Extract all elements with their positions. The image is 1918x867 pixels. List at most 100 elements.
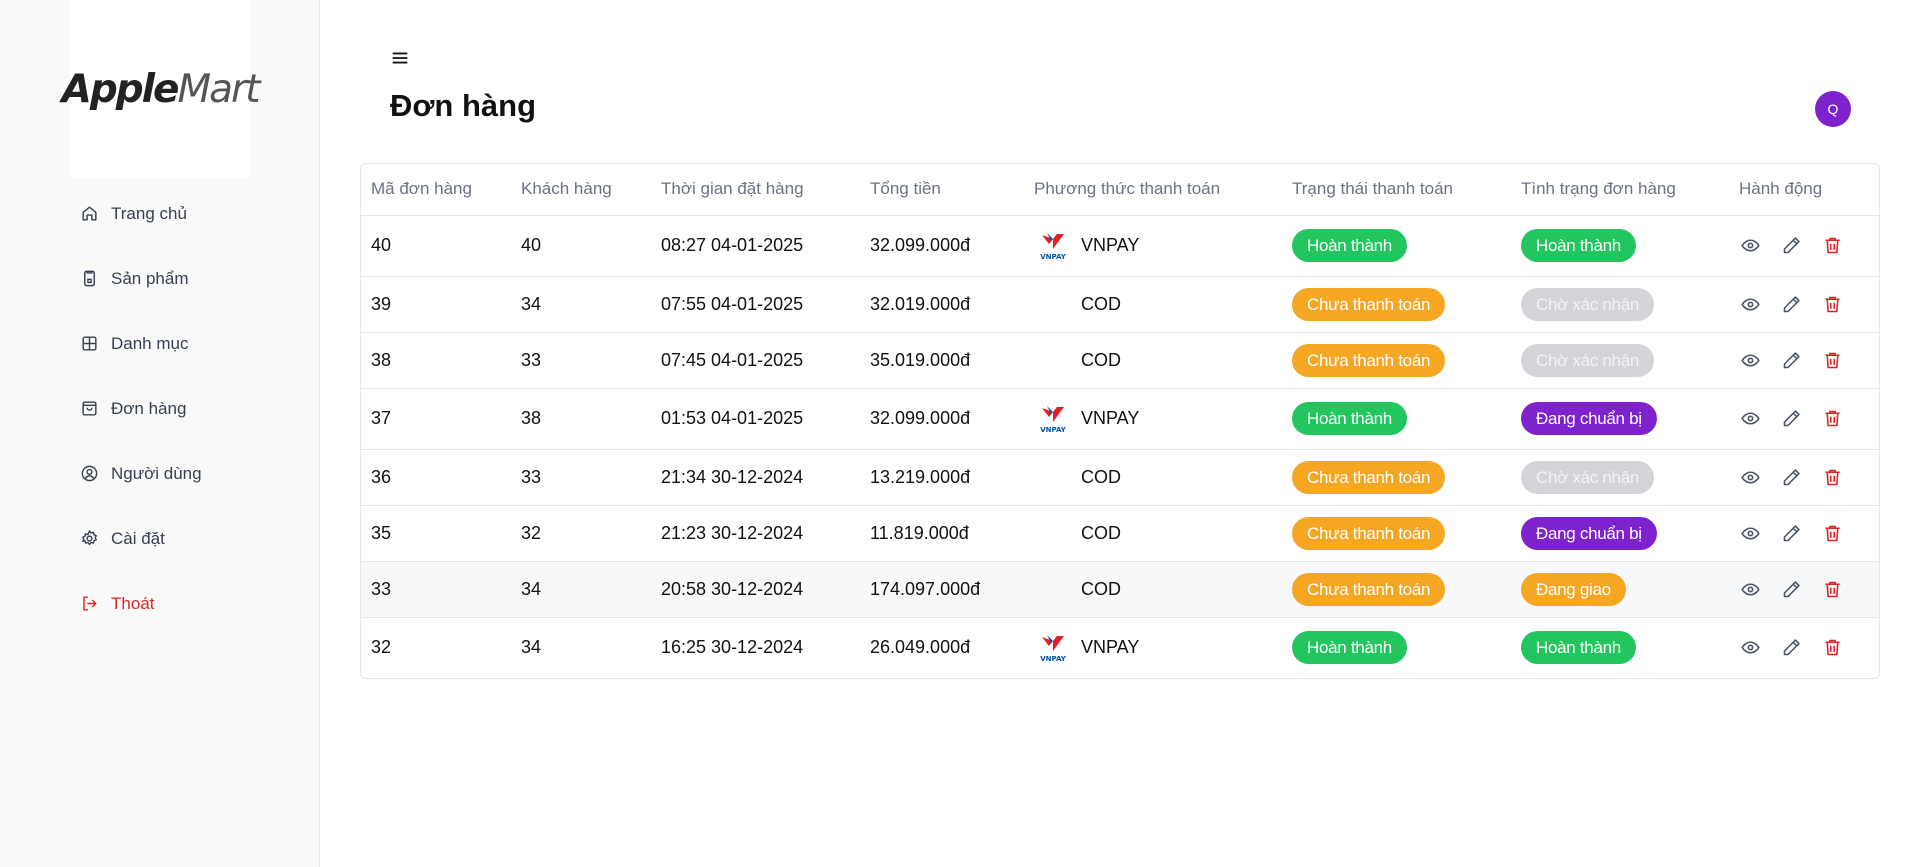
- eye-icon: [1740, 641, 1760, 654]
- sidebar-item-orders[interactable]: Đơn hàng: [80, 376, 310, 441]
- payment-method: VNPAY VNPAY: [1024, 215, 1282, 277]
- edit-button[interactable]: [1780, 408, 1802, 430]
- column-header[interactable]: Trạng thái thanh toán: [1282, 164, 1511, 216]
- order-time: 21:34 30-12-2024: [651, 449, 860, 506]
- column-header[interactable]: Phương thức thanh toán: [1024, 164, 1282, 216]
- delete-button[interactable]: [1821, 522, 1843, 544]
- payment-status-badge: Chưa thanh toán: [1292, 572, 1446, 606]
- shopping-bag-icon: [82, 401, 97, 416]
- eye-icon: [1740, 526, 1760, 540]
- order-status-badge: Chờ xác nhận: [1521, 460, 1654, 494]
- delete-button[interactable]: [1821, 578, 1843, 600]
- column-header[interactable]: Tình trạng đơn hàng: [1511, 164, 1729, 216]
- payment-method-label: COD: [1081, 522, 1121, 543]
- payment-status-badge: Chưa thanh toán: [1292, 460, 1446, 494]
- sidebar-item-logout[interactable]: Thoát: [80, 571, 310, 636]
- order-id: 32: [371, 637, 392, 658]
- sidebar-item-users[interactable]: Người dùng: [80, 441, 310, 506]
- avatar[interactable]: Q: [1815, 91, 1851, 127]
- gear-icon: [82, 530, 97, 546]
- delete-button[interactable]: [1821, 466, 1843, 488]
- edit-button[interactable]: [1780, 637, 1802, 659]
- view-button[interactable]: [1739, 466, 1761, 488]
- view-button[interactable]: [1739, 293, 1761, 315]
- order-status-cell: Chờ xác nhận: [1511, 449, 1729, 506]
- edit-button[interactable]: [1780, 466, 1802, 488]
- payment-status-cell: Chưa thanh toán: [1282, 505, 1511, 562]
- phone-icon: [84, 270, 95, 287]
- table-row[interactable]: 33 34 20:58 30-12-2024 174.097.000đ COD …: [361, 561, 1879, 618]
- edit-button[interactable]: [1780, 578, 1802, 600]
- vnpay-logo-text: VNPAY: [1040, 654, 1066, 663]
- customer-id: 33: [511, 449, 651, 506]
- delete-button[interactable]: [1821, 235, 1843, 257]
- order-time: 01:53 04-01-2025: [651, 388, 860, 450]
- customer-id: 34: [511, 561, 651, 618]
- sidebar-item-label: Sản phẩm: [111, 268, 189, 288]
- payment-status-cell: Hoàn thành: [1282, 215, 1511, 277]
- delete-button[interactable]: [1821, 293, 1843, 315]
- view-button[interactable]: [1739, 578, 1761, 600]
- table-row[interactable]: 36 33 21:34 30-12-2024 13.219.000đ COD C…: [361, 449, 1879, 506]
- payment-status-badge: Hoàn thành: [1292, 229, 1407, 262]
- order-time: 16:25 30-12-2024: [661, 637, 804, 658]
- order-total: 35.019.000đ: [860, 332, 1024, 389]
- table-row[interactable]: 37 38 01:53 04-01-2025 32.099.000đ VNPAY…: [361, 388, 1879, 450]
- edit-button[interactable]: [1780, 349, 1802, 371]
- view-button[interactable]: [1739, 408, 1761, 430]
- view-button[interactable]: [1739, 522, 1761, 544]
- customer-id: 38: [511, 388, 651, 450]
- column-header[interactable]: Mã đơn hàng: [361, 164, 511, 216]
- eye-icon: [1740, 470, 1760, 484]
- table-row[interactable]: 35 32 21:23 30-12-2024 11.819.000đ COD C…: [361, 505, 1879, 562]
- payment-status-cell: Hoàn thành: [1282, 388, 1511, 450]
- edit-button[interactable]: [1780, 522, 1802, 544]
- sidebar-item-categories[interactable]: Danh mục: [80, 311, 310, 376]
- customer-id: 32: [511, 505, 651, 562]
- column-header[interactable]: Thời gian đặt hàng: [651, 164, 860, 216]
- table-row[interactable]: 32 34 16:25 30-12-2024 26.049.000đ VNPAY…: [361, 617, 1879, 678]
- order-time: 07:55 04-01-2025: [651, 276, 860, 333]
- payment-method: COD: [1024, 276, 1282, 333]
- delete-button[interactable]: [1821, 408, 1843, 430]
- pencil-icon: [1783, 524, 1800, 541]
- payment-status-badge: Chưa thanh toán: [1292, 343, 1446, 377]
- payment-status-cell: Hoàn thành: [1282, 617, 1511, 678]
- column-header[interactable]: Tổng tiền: [860, 164, 1024, 216]
- vnpay-logo-icon: VNPAY: [1034, 227, 1072, 265]
- trash-icon: [1825, 410, 1839, 427]
- table-row[interactable]: 39 34 07:55 04-01-2025 32.019.000đ COD C…: [361, 276, 1879, 333]
- sidebar-item-products[interactable]: Sản phẩm: [80, 246, 310, 311]
- delete-button[interactable]: [1821, 349, 1843, 371]
- orders-table: Mã đơn hàng Khách hàng Thời gian đặt hàn…: [360, 163, 1880, 679]
- table-row[interactable]: 40 40 08:27 04-01-2025 32.099.000đ VNPAY…: [361, 215, 1879, 277]
- eye-icon: [1740, 239, 1760, 252]
- delete-button[interactable]: [1821, 637, 1843, 659]
- payment-method: VNPAY VNPAY: [1024, 617, 1282, 678]
- view-button[interactable]: [1739, 235, 1761, 257]
- payment-status-badge: Chưa thanh toán: [1292, 287, 1446, 321]
- payment-status-cell: Chưa thanh toán: [1282, 449, 1511, 506]
- order-time: 20:58 30-12-2024: [651, 561, 860, 618]
- order-status-badge: Chờ xác nhận: [1521, 287, 1654, 321]
- brand-name: AppleMart: [61, 66, 261, 112]
- eye-icon: [1740, 353, 1760, 367]
- edit-button[interactable]: [1780, 235, 1802, 257]
- sidebar-item-settings[interactable]: Cài đặt: [80, 506, 310, 571]
- actions-cell: [1729, 505, 1879, 562]
- column-header[interactable]: Khách hàng: [511, 164, 651, 216]
- order-id: 33: [361, 561, 511, 618]
- order-total: 11.819.000đ: [860, 505, 1024, 562]
- order-id: 36: [361, 449, 511, 506]
- sidebar-item-home[interactable]: Trang chủ: [80, 181, 310, 246]
- menu-toggle-button[interactable]: [388, 46, 412, 70]
- order-status-cell: Hoàn thành: [1511, 617, 1729, 678]
- order-total: 174.097.000đ: [860, 561, 1024, 618]
- view-button[interactable]: [1739, 349, 1761, 371]
- payment-status-cell: Chưa thanh toán: [1282, 276, 1511, 333]
- view-button[interactable]: [1739, 637, 1761, 659]
- table-row[interactable]: 38 33 07:45 04-01-2025 35.019.000đ COD C…: [361, 332, 1879, 389]
- customer-id: 33: [511, 332, 651, 389]
- edit-button[interactable]: [1780, 293, 1802, 315]
- brand-logo[interactable]: AppleMart: [62, 0, 260, 178]
